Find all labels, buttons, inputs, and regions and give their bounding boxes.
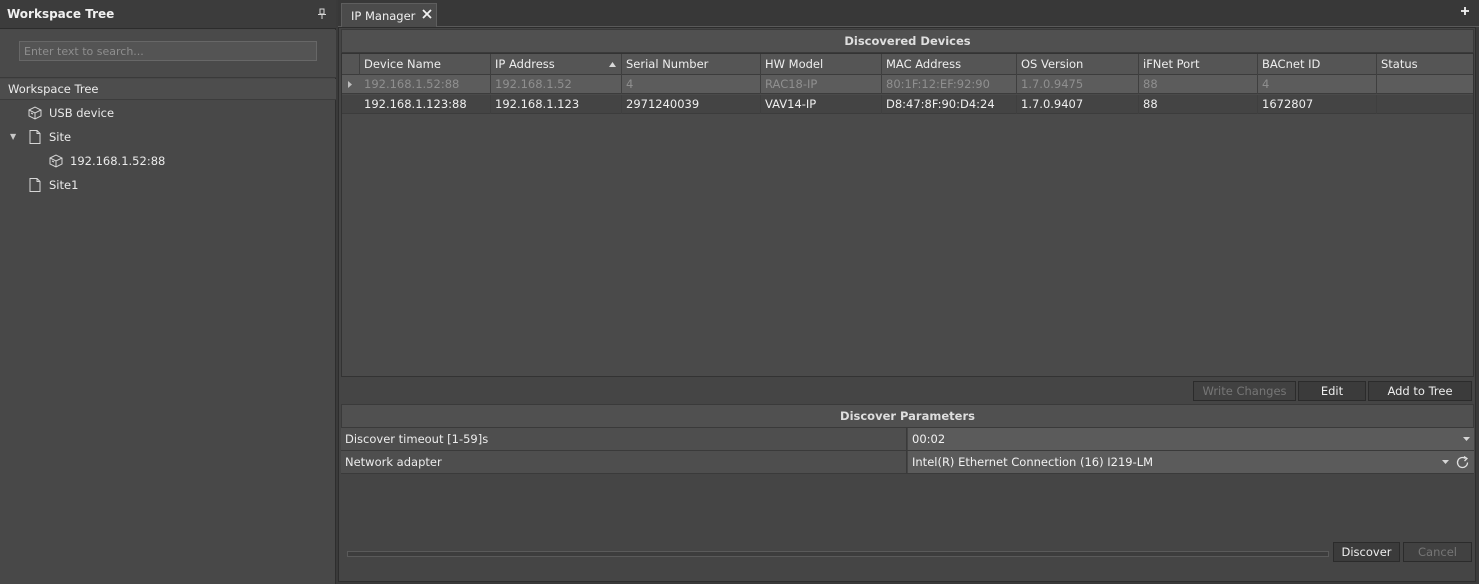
device-icon [49,154,63,168]
network-adapter-value: Intel(R) Ethernet Connection (16) I219-L… [912,455,1154,469]
search-area [0,30,336,78]
tree-item-label: Site1 [49,178,79,192]
row-indicator [342,95,360,114]
tree-item-label: USB device [49,106,115,120]
tree-item-usb-device[interactable]: USB device [27,102,114,124]
cell-status [1377,95,1473,114]
chevron-down-icon[interactable] [1463,437,1470,442]
column-bacnet-id[interactable]: BACnet ID [1258,54,1377,75]
cancel-button[interactable]: Cancel [1403,542,1472,562]
cell-mac-address: D8:47:8F:90:D4:24 [882,95,1017,114]
discover-parameters-table: Discover timeout [1-59]s 00:02 Network a… [341,428,1474,540]
workspace-tree-title: Workspace Tree [7,7,115,21]
column-hw-model[interactable]: HW Model [761,54,882,75]
ip-manager-content: Discovered Devices Device Name IP Addres… [338,27,1476,582]
cell-ifnet-port: 88 [1139,75,1258,94]
tree-item-site1[interactable]: Site1 [27,174,78,196]
network-adapter-select[interactable]: Intel(R) Ethernet Connection (16) I219-L… [908,451,1474,473]
current-row-arrow-icon [348,81,352,88]
discovered-devices-title: Discovered Devices [341,29,1474,53]
column-serial-number[interactable]: Serial Number [622,54,761,75]
column-label: IP Address [495,57,555,71]
column-ip-address[interactable]: IP Address [491,54,622,75]
network-adapter-label: Network adapter [341,451,907,473]
tab-ip-manager[interactable]: IP Manager [341,3,437,27]
document-icon [29,130,41,144]
grid-header: Device Name IP Address Serial Number HW … [342,54,1473,75]
cell-bacnet-id: 1672807 [1258,95,1377,114]
pin-icon[interactable] [318,8,326,20]
tree-section-label: Workspace Tree [8,82,99,96]
row-indicator-header [342,54,360,75]
tree-item-label: Site [49,130,72,144]
sort-ascending-icon [609,62,616,67]
discovered-devices-grid: Device Name IP Address Serial Number HW … [341,53,1474,377]
cell-ip-address: 192.168.1.123 [491,95,622,114]
cell-ip-address: 192.168.1.52 [491,75,622,94]
chevron-down-icon[interactable] [1442,460,1449,465]
tree-item-device-52[interactable]: 192.168.1.52:88 [48,150,165,172]
cell-serial-number: 2971240039 [622,95,761,114]
column-ifnet-port[interactable]: iFNet Port [1139,54,1258,75]
cell-device-name: 192.168.1.52:88 [360,75,491,94]
write-changes-button[interactable]: Write Changes [1193,381,1296,401]
discover-button[interactable]: Discover [1333,542,1400,562]
add-to-tree-button[interactable]: Add to Tree [1368,381,1472,401]
tree-item-label: 192.168.1.52:88 [70,154,166,168]
column-mac-address[interactable]: MAC Address [882,54,1017,75]
refresh-icon[interactable] [1455,455,1470,470]
expand-arrow-icon[interactable]: ▼ [10,132,16,141]
workspace-tree-header: Workspace Tree [0,0,336,29]
column-device-name[interactable]: Device Name [360,54,491,75]
cell-hw-model: VAV14-IP [761,95,882,114]
cell-bacnet-id: 4 [1258,75,1377,94]
close-icon[interactable] [422,9,432,19]
timeout-select[interactable]: 00:02 [908,428,1474,450]
table-row[interactable]: 192.168.1.123:88 192.168.1.123 297124003… [342,95,1473,114]
plus-icon[interactable] [1460,6,1470,16]
tab-strip: IP Manager [338,0,1479,27]
edit-button[interactable]: Edit [1298,381,1366,401]
cell-hw-model: RAC18-IP [761,75,882,94]
cell-device-name: 192.168.1.123:88 [360,95,491,114]
cell-os-version: 1.7.0.9407 [1017,95,1139,114]
document-icon [29,178,41,192]
column-os-version[interactable]: OS Version [1017,54,1139,75]
cell-serial-number: 4 [622,75,761,94]
tree-item-site[interactable]: Site [27,126,71,148]
discovery-progress-bar [347,551,1329,557]
table-row[interactable]: 192.168.1.52:88 192.168.1.52 4 RAC18-IP … [342,75,1473,94]
tree-section-header: Workspace Tree [0,79,336,100]
device-icon [28,106,42,120]
property-row-network-adapter: Network adapter Intel(R) Ethernet Connec… [341,451,1474,474]
row-indicator [342,75,360,94]
timeout-value: 00:02 [912,432,946,446]
workspace-tree-panel: Workspace Tree Workspace Tree USB device… [0,0,336,584]
property-row-timeout: Discover timeout [1-59]s 00:02 [341,428,1474,451]
cell-ifnet-port: 88 [1139,95,1258,114]
workspace-search-input[interactable] [19,41,317,61]
column-status[interactable]: Status [1377,54,1473,75]
cell-os-version: 1.7.0.9475 [1017,75,1139,94]
cell-mac-address: 80:1F:12:EF:92:90 [882,75,1017,94]
discover-parameters-title: Discover Parameters [341,404,1474,428]
timeout-label: Discover timeout [1-59]s [341,428,907,450]
cell-status [1377,75,1473,94]
tab-label: IP Manager [351,9,416,23]
